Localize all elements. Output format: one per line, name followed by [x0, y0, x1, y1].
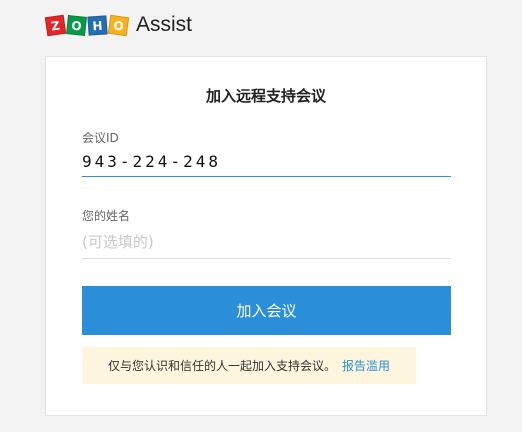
name-label: 您的姓名 — [82, 209, 131, 223]
join-session-button[interactable]: 加入会议 — [82, 286, 451, 335]
logo-letter: O — [66, 14, 87, 36]
meeting-id-field: 会议ID 943-224-248 — [82, 129, 451, 177]
logo-letter: O — [107, 14, 130, 36]
meeting-id-label: 会议ID — [82, 131, 119, 145]
logo-letter: H — [87, 14, 108, 36]
page-title: 加入远程支持会议 — [205, 87, 326, 105]
product-name: Assist — [136, 13, 193, 36]
name-input[interactable]: (可选填的) — [82, 231, 451, 259]
notice-text: 仅与您认识和信任的人一起加入支持会议。 — [107, 359, 336, 373]
brand-header: Z O H O Assist — [44, 12, 193, 38]
report-abuse-link[interactable]: 报告滥用 — [342, 357, 390, 374]
name-field: 您的姓名 (可选填的) — [82, 207, 451, 259]
logo-letter: Z — [44, 14, 67, 36]
join-session-card: 加入远程支持会议 会议ID 943-224-248 您的姓名 (可选填的) 加入… — [45, 56, 487, 416]
zoho-logo: Z O H O — [44, 14, 130, 36]
meeting-id-input[interactable]: 943-224-248 — [82, 152, 451, 177]
safety-notice: 仅与您认识和信任的人一起加入支持会议。 报告滥用 — [82, 347, 416, 384]
